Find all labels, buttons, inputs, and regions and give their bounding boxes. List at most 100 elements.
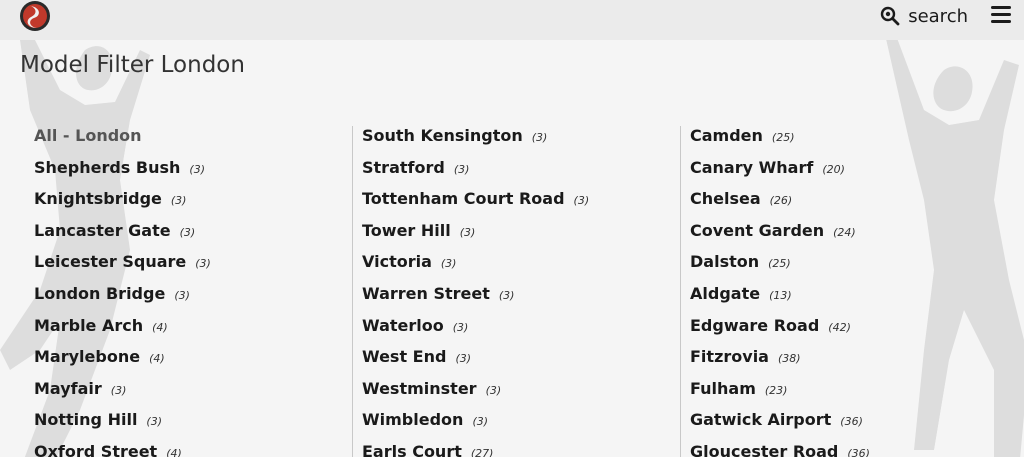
location-link[interactable]: Dalston (25): [681, 252, 1000, 284]
location-name: Westminster: [362, 378, 477, 398]
location-link[interactable]: Fulham (23): [681, 379, 1000, 411]
location-count: (20): [822, 162, 845, 176]
location-count: (3): [498, 288, 515, 302]
location-name: Victoria: [362, 252, 432, 272]
location-name: Edgware Road: [690, 315, 820, 335]
location-link[interactable]: Warren Street (3): [353, 284, 672, 316]
location-link[interactable]: Aldgate (13): [681, 284, 1000, 316]
location-count: (3): [472, 415, 489, 429]
location-link[interactable]: Camden (25): [681, 126, 1000, 158]
location-link[interactable]: Notting Hill (3): [24, 410, 344, 442]
location-count: (3): [189, 162, 205, 176]
location-count: (3): [179, 225, 196, 239]
location-count: (38): [777, 352, 801, 366]
location-count: (3): [146, 415, 163, 429]
location-name: Knightsbridge: [34, 189, 162, 209]
location-count: (3): [452, 320, 469, 334]
location-link[interactable]: Leicester Square (3): [24, 252, 344, 284]
location-count: (42): [828, 320, 851, 334]
location-name: Camden: [690, 126, 763, 145]
location-count: (3): [174, 288, 190, 302]
location-link[interactable]: Chelsea (26): [681, 189, 1000, 221]
search-icon: [881, 6, 900, 26]
location-name: Tottenham Court Road: [362, 189, 565, 209]
location-name: Waterloo: [362, 315, 444, 335]
location-column-2: South Kensington (3) Stratford (3) Tottenham…: [352, 126, 672, 457]
location-link[interactable]: Stratford (3): [353, 158, 672, 190]
location-name: All - London: [34, 126, 142, 145]
location-count: (23): [764, 383, 788, 397]
location-name: Fulham: [690, 378, 756, 398]
location-link[interactable]: Tower Hill (3): [353, 221, 672, 253]
location-link[interactable]: Gatwick Airport (36): [681, 410, 1000, 442]
location-count: (3): [455, 352, 472, 366]
location-name: Tower Hill: [362, 220, 451, 240]
location-link[interactable]: South Kensington (3): [353, 126, 672, 158]
location-name: Notting Hill: [34, 410, 138, 430]
location-link[interactable]: All - London: [24, 126, 344, 158]
location-name: Marble Arch: [34, 315, 144, 335]
location-link[interactable]: Edgware Road (42): [681, 316, 1000, 348]
search-button[interactable]: search: [880, 4, 968, 28]
top-bar: search: [0, 0, 1024, 40]
location-link[interactable]: Fitzrovia (38): [681, 347, 1000, 379]
location-name: Fitzrovia: [690, 347, 769, 367]
location-link[interactable]: Knightsbridge (3): [24, 189, 344, 221]
location-name: Warren Street: [362, 283, 490, 303]
location-link[interactable]: Oxford Street (4): [24, 442, 344, 457]
location-link[interactable]: Covent Garden (24): [681, 221, 1000, 253]
location-link[interactable]: Mayfair (3): [24, 379, 344, 411]
location-name: Oxford Street: [34, 441, 158, 457]
location-count: (3): [459, 225, 476, 239]
location-count: (3): [573, 194, 590, 208]
location-count: (25): [771, 131, 795, 144]
location-name: South Kensington: [362, 126, 523, 145]
location-name: West End: [362, 347, 447, 367]
location-link[interactable]: Marylebone (4): [24, 347, 344, 379]
location-count: (27): [470, 446, 494, 457]
location-name: Marylebone: [34, 347, 141, 367]
location-count: (4): [152, 320, 168, 334]
location-count: (24): [833, 225, 856, 239]
location-name: Earls Court: [362, 441, 462, 457]
location-column-1: All - London Shepherds Bush (3) Knightsbrid…: [24, 126, 344, 457]
location-name: Lancaster Gate: [34, 220, 171, 240]
location-count: (3): [440, 257, 457, 271]
location-count: (3): [170, 194, 187, 208]
hamburger-menu-icon[interactable]: [991, 6, 1011, 24]
location-link[interactable]: Victoria (3): [353, 252, 672, 284]
location-link[interactable]: Marble Arch (4): [24, 316, 344, 348]
location-count: (36): [847, 446, 870, 457]
location-count: (4): [149, 352, 165, 366]
location-name: Covent Garden: [690, 220, 825, 240]
location-name: Canary Wharf: [690, 157, 814, 177]
location-link[interactable]: Earls Court (27): [353, 442, 672, 457]
location-name: Shepherds Bush: [34, 157, 181, 177]
location-link[interactable]: Canary Wharf (20): [681, 158, 1000, 190]
location-link[interactable]: West End (3): [353, 347, 672, 379]
location-name: Gloucester Road: [690, 441, 839, 457]
location-count: (4): [166, 446, 182, 457]
location-count: (26): [769, 194, 793, 208]
location-name: Leicester Square: [34, 252, 187, 272]
location-name: London Bridge: [34, 283, 166, 303]
page-title: Model Filter London: [20, 52, 245, 78]
location-link[interactable]: Waterloo (3): [353, 316, 672, 348]
location-link[interactable]: London Bridge (3): [24, 284, 344, 316]
location-link[interactable]: Shepherds Bush (3): [24, 158, 344, 190]
location-link[interactable]: Lancaster Gate (3): [24, 221, 344, 253]
location-filter-columns: All - London Shepherds Bush (3) Knightsbrid…: [24, 126, 1004, 457]
location-link[interactable]: Tottenham Court Road (3): [353, 189, 672, 221]
location-name: Stratford: [362, 157, 445, 177]
location-link[interactable]: Wimbledon (3): [353, 410, 672, 442]
location-name: Dalston: [690, 252, 760, 272]
location-count: (3): [531, 131, 548, 144]
red-swirl-logo-icon[interactable]: [17, 0, 53, 32]
location-link[interactable]: Gloucester Road (36): [681, 442, 1000, 457]
location-count: (3): [195, 257, 211, 271]
location-link[interactable]: Westminster (3): [353, 379, 672, 411]
location-count: (3): [453, 162, 470, 176]
search-label: search: [908, 5, 968, 27]
location-count: (13): [769, 288, 792, 302]
location-name: Wimbledon: [362, 410, 464, 430]
